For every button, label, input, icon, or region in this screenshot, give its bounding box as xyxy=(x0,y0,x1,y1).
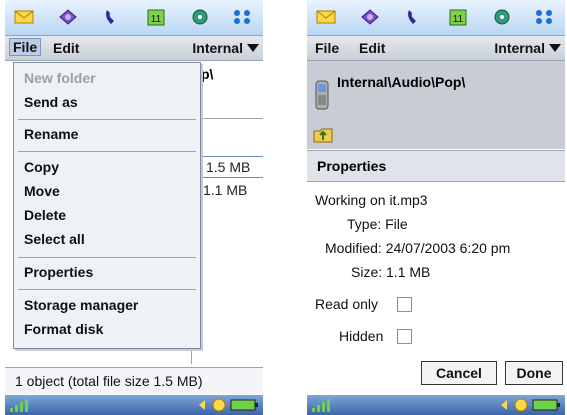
read-only-label: Read only xyxy=(315,296,379,312)
storage-selector[interactable]: Internal xyxy=(192,40,259,56)
status-icons xyxy=(197,397,259,415)
top-icon-bar: 11 xyxy=(5,0,263,36)
done-button[interactable]: Done xyxy=(505,361,563,385)
chevron-down-icon xyxy=(549,44,561,52)
storage-label: Internal xyxy=(494,40,545,56)
menu-divider xyxy=(18,119,196,120)
menu-item-format-disk[interactable]: Format disk xyxy=(24,321,103,337)
file-size-selected[interactable]: 1.5 MB xyxy=(201,156,263,178)
phone-icon[interactable] xyxy=(101,7,123,27)
apps-grid-icon[interactable] xyxy=(533,7,555,27)
menu-item-select-all[interactable]: Select all xyxy=(24,231,85,247)
file-size[interactable]: 1.1 MB xyxy=(203,182,247,198)
media-icon[interactable] xyxy=(491,7,513,27)
messaging-icon[interactable] xyxy=(315,7,337,27)
status-bar xyxy=(5,395,263,415)
folder-up-icon[interactable] xyxy=(313,126,333,149)
volume-icon xyxy=(199,400,205,410)
battery-icon xyxy=(230,399,256,411)
file-menu[interactable]: File xyxy=(9,38,42,56)
messaging-icon[interactable] xyxy=(13,7,35,27)
working-on-text: Working on it.mp3 xyxy=(315,192,428,208)
menu-bar: File Edit Internal xyxy=(307,36,565,61)
phone-icon[interactable] xyxy=(403,7,425,27)
file-menu[interactable]: File xyxy=(315,40,339,56)
top-icon-bar: 11 xyxy=(307,0,565,36)
hidden-checkbox[interactable] xyxy=(397,329,412,344)
modified-text: Modified: 24/07/2003 6:20 pm xyxy=(325,240,511,256)
svg-text:11: 11 xyxy=(453,14,464,25)
menu-divider xyxy=(18,257,196,258)
menu-item-send-as[interactable]: Send as xyxy=(24,94,78,110)
edit-menu[interactable]: Edit xyxy=(359,40,385,56)
signal-icon xyxy=(9,399,31,415)
menu-item-properties[interactable]: Properties xyxy=(24,264,93,280)
edit-menu[interactable]: Edit xyxy=(53,40,79,56)
menu-item-delete[interactable]: Delete xyxy=(24,207,66,223)
path-fragment: p\ xyxy=(201,66,214,82)
file-menu-dropdown: New folder Send as Rename Copy Move Dele… xyxy=(13,62,201,349)
menu-divider xyxy=(18,151,196,152)
internet-icon[interactable] xyxy=(57,7,79,27)
type-text: Type: File xyxy=(347,216,408,232)
menu-divider xyxy=(18,289,196,290)
phone-storage-icon xyxy=(315,80,329,115)
cancel-button[interactable]: Cancel xyxy=(421,361,497,385)
alarm-icon xyxy=(212,398,226,412)
dialog-title: Properties xyxy=(317,158,387,174)
menu-item-new-folder: New folder xyxy=(24,70,96,86)
hidden-label: Hidden xyxy=(339,328,384,344)
current-path: Internal\Audio\Pop\ xyxy=(337,74,466,90)
apps-grid-icon[interactable] xyxy=(231,7,253,27)
calendar-icon[interactable]: 11 xyxy=(145,7,167,27)
status-text: 1 object (total file size 1.5 MB) xyxy=(5,367,263,394)
status-bar xyxy=(307,395,565,415)
menu-bar: File Edit Internal xyxy=(5,36,263,61)
menu-item-move[interactable]: Move xyxy=(24,183,60,199)
chevron-down-icon xyxy=(247,44,259,52)
dialog-title-bar: Properties xyxy=(307,151,565,182)
menu-item-copy[interactable]: Copy xyxy=(24,159,59,175)
calendar-icon[interactable]: 11 xyxy=(447,7,469,27)
media-icon[interactable] xyxy=(189,7,211,27)
menu-item-storage-manager[interactable]: Storage manager xyxy=(24,297,138,313)
svg-text:11: 11 xyxy=(151,14,162,25)
internet-icon[interactable] xyxy=(359,7,381,27)
read-only-checkbox[interactable] xyxy=(397,297,412,312)
left-screen: 11 File Edit Internal p\ 1.5 MB 1.1 MB N… xyxy=(5,0,263,415)
right-screen: 11 File Edit Internal Internal\Audio\Pop… xyxy=(307,0,565,415)
signal-icon xyxy=(311,399,333,415)
size-text: Size: 1.1 MB xyxy=(351,264,431,280)
status-icons xyxy=(499,397,561,415)
storage-selector[interactable]: Internal xyxy=(494,40,561,56)
file-list xyxy=(191,118,263,364)
storage-label: Internal xyxy=(192,40,243,56)
properties-dialog: Properties Working on it.mp3 Type: File … xyxy=(307,150,565,391)
menu-item-rename[interactable]: Rename xyxy=(24,126,78,142)
